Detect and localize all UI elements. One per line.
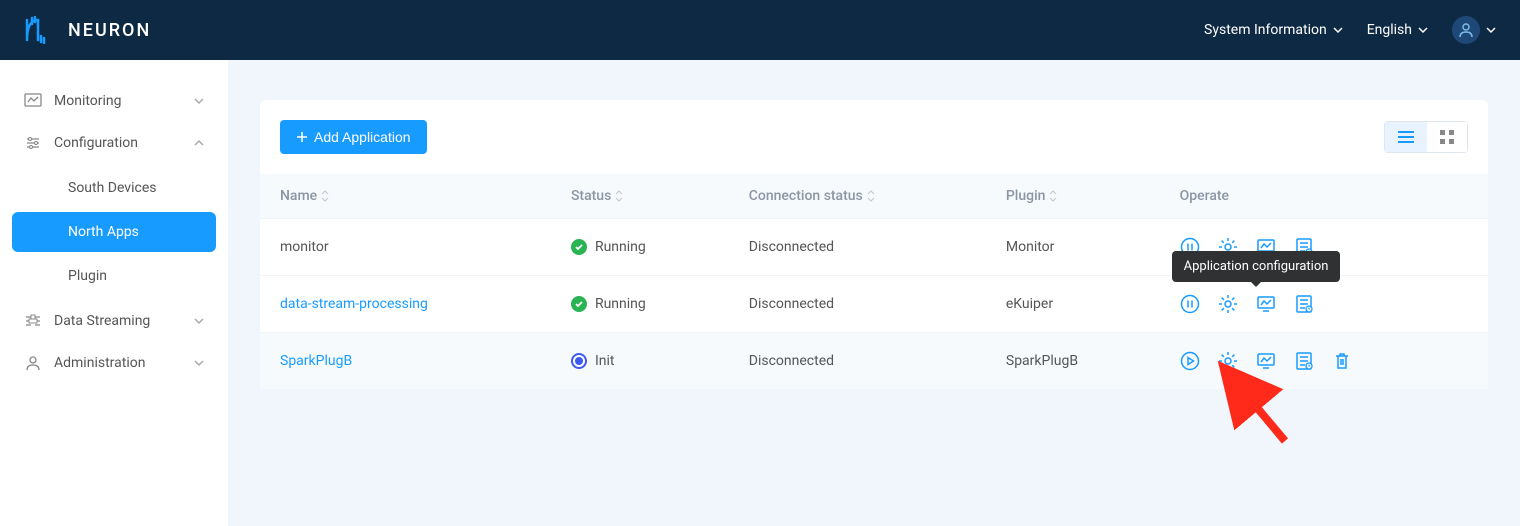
app-header: NEURON System Information English [0,0,1520,60]
details-button[interactable] [1294,351,1314,371]
chevron-down-icon [1486,25,1496,35]
brand-text: NEURON [68,20,151,41]
grid-view-button[interactable] [1427,122,1467,152]
user-menu[interactable] [1452,16,1496,44]
col-header-connection[interactable]: Connection status [729,174,986,219]
status-init-icon [571,353,587,369]
brand-logo-icon [24,16,56,44]
tooltip: Application configuration [1172,251,1341,282]
sidebar-item-administration[interactable]: Administration [0,342,228,384]
cell-connection: Disconnected [729,219,986,276]
plus-icon [296,131,308,143]
pause-button[interactable] [1180,294,1200,314]
card-toolbar: Add Application [260,120,1488,174]
brand-area: NEURON [24,16,151,44]
sidebar-item-plugin[interactable]: Plugin [12,256,216,296]
col-header-status[interactable]: Status [551,174,729,219]
sort-icon [1049,190,1057,202]
sidebar-label: Configuration [54,135,182,151]
view-toggle [1384,121,1468,153]
status-running-icon [571,239,587,255]
cell-connection: Disconnected [729,333,986,390]
sidebar-item-data-streaming[interactable]: Data Streaming [0,300,228,342]
administration-icon [24,354,42,372]
cell-plugin: eKuiper [986,276,1160,333]
data-streaming-icon [24,312,42,330]
cell-plugin: Monitor [986,219,1160,276]
cell-status: Running [551,276,729,333]
apps-table: Name Status Connection status Plugin Ope… [260,174,1488,389]
col-header-name[interactable]: Name [260,174,551,219]
configuration-icon [24,134,42,152]
monitoring-icon [24,92,42,110]
language-label: English [1367,22,1412,38]
sort-icon [321,190,329,202]
add-application-label: Add Application [314,129,411,145]
chevron-down-icon [1418,25,1428,35]
list-view-icon [1397,130,1415,144]
col-header-plugin[interactable]: Plugin [986,174,1160,219]
sort-icon [867,190,875,202]
chevron-down-icon [194,316,204,326]
chevron-down-icon [194,96,204,106]
status-running-icon [571,296,587,312]
table-row: SparkPlugB Init Disconnected SparkPlugB [260,333,1488,390]
cell-status: Init [551,333,729,390]
app-name[interactable]: data-stream-processing [280,296,428,312]
configure-button[interactable]: Application configuration [1218,294,1238,314]
sidebar-item-configuration[interactable]: Configuration [0,122,228,164]
cell-operate [1160,333,1488,390]
sidebar-item-monitoring[interactable]: Monitoring [0,80,228,122]
sidebar-item-south-devices[interactable]: South Devices [12,168,216,208]
chevron-down-icon [1333,25,1343,35]
grid-view-icon [1439,129,1455,145]
chevron-up-icon [194,138,204,148]
system-information-label: System Information [1204,22,1327,38]
app-name[interactable]: SparkPlugB [280,353,352,369]
col-header-operate: Operate [1160,174,1488,219]
status-text: Running [595,239,646,255]
cell-name: data-stream-processing [260,276,551,333]
operate-group: Application configuration [1180,294,1468,314]
apps-card: Add Application Name Status Conne [260,100,1488,389]
sidebar-label: Data Streaming [54,313,182,329]
cell-operate: Application configuration [1160,276,1488,333]
cell-connection: Disconnected [729,276,986,333]
user-avatar-icon [1452,16,1480,44]
header-right: System Information English [1204,16,1496,44]
sidebar-label: Monitoring [54,93,182,109]
statistics-button[interactable] [1256,351,1276,371]
status-text: Init [595,353,615,369]
language-menu[interactable]: English [1367,22,1428,38]
details-button[interactable] [1294,294,1314,314]
chevron-down-icon [194,358,204,368]
cell-status: Running [551,219,729,276]
sidebar-item-north-apps[interactable]: North Apps [12,212,216,252]
sidebar: Monitoring Configuration South Devices N… [0,60,228,526]
delete-button[interactable] [1332,351,1352,371]
status-text: Running [595,296,646,312]
cell-name: SparkPlugB [260,333,551,390]
add-application-button[interactable]: Add Application [280,120,427,154]
configure-button[interactable] [1218,351,1238,371]
main-content: Add Application Name Status Conne [228,60,1520,526]
sidebar-label: Administration [54,355,182,371]
cell-plugin: SparkPlugB [986,333,1160,390]
sort-icon [615,190,623,202]
operate-group [1180,351,1468,371]
table-header-row: Name Status Connection status Plugin Ope… [260,174,1488,219]
statistics-button[interactable] [1256,294,1276,314]
app-name: monitor [280,239,329,255]
play-button[interactable] [1180,351,1200,371]
table-row: data-stream-processing Running Disconnec… [260,276,1488,333]
system-information-menu[interactable]: System Information [1204,22,1343,38]
list-view-button[interactable] [1385,122,1427,152]
cell-name: monitor [260,219,551,276]
